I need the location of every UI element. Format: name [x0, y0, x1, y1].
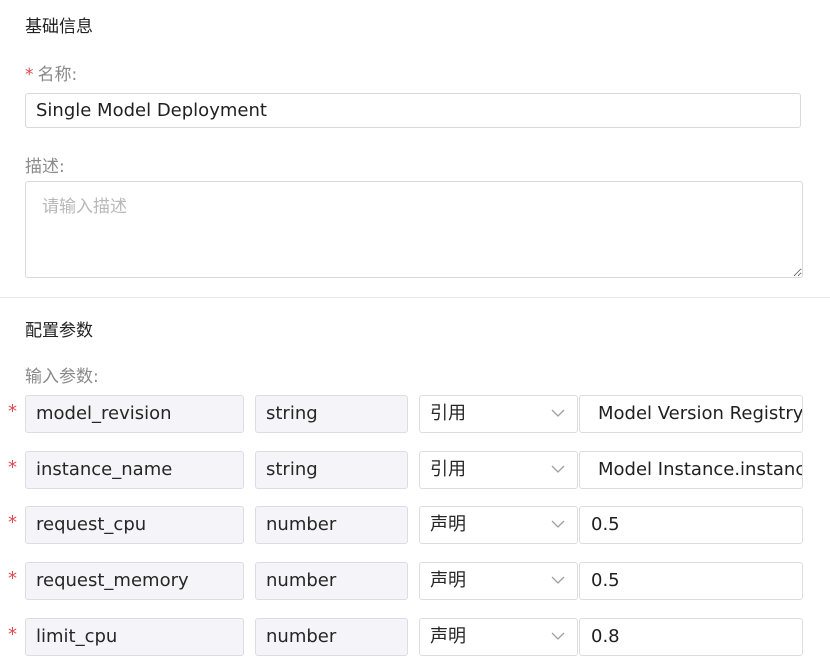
- required-star: *: [25, 65, 34, 85]
- param-row: * request_memory number 声明 0.5: [0, 562, 830, 600]
- param-name: limit_cpu: [25, 618, 244, 656]
- param-mode-select[interactable]: 引用: [419, 451, 578, 489]
- param-name: instance_name: [25, 451, 244, 489]
- param-row: * model_revision string 引用 Model Version…: [0, 395, 830, 433]
- param-value-input[interactable]: 0.5: [579, 506, 803, 544]
- param-type: number: [255, 506, 408, 544]
- param-mode-select[interactable]: 引用: [419, 395, 578, 433]
- param-type: number: [255, 562, 408, 600]
- param-row: * limit_cpu number 声明 0.8: [0, 618, 830, 656]
- chevron-down-icon: [551, 619, 565, 655]
- param-row: * instance_name string 引用 Model Instance…: [0, 451, 830, 489]
- divider: [0, 297, 830, 298]
- param-type: string: [255, 395, 408, 433]
- param-name: request_memory: [25, 562, 244, 600]
- param-name: model_revision: [25, 395, 244, 433]
- config-params-title: 配置参数: [25, 321, 93, 341]
- param-value-input[interactable]: 0.8: [579, 618, 803, 656]
- param-mode-value: 声明: [430, 570, 466, 591]
- param-value-input[interactable]: 0.5: [579, 562, 803, 600]
- param-mode-value: 引用: [430, 403, 466, 424]
- name-label-text: 名称:: [37, 65, 78, 85]
- basic-info-title: 基础信息: [25, 17, 93, 37]
- description-label: 描述:: [25, 157, 65, 177]
- param-type: string: [255, 451, 408, 489]
- chevron-down-icon: [551, 396, 565, 432]
- name-input[interactable]: Single Model Deployment: [25, 93, 801, 128]
- required-star: *: [8, 401, 17, 422]
- param-name: request_cpu: [25, 506, 244, 544]
- input-params-label: 输入参数:: [25, 367, 99, 387]
- param-value-input[interactable]: Model Version Registry: [579, 395, 803, 433]
- chevron-down-icon: [551, 507, 565, 543]
- description-textarea[interactable]: [25, 181, 803, 278]
- chevron-down-icon: [551, 563, 565, 599]
- param-mode-value: 声明: [430, 626, 466, 647]
- param-type: number: [255, 618, 408, 656]
- param-value-input[interactable]: Model Instance.instance_name: [579, 451, 803, 489]
- param-mode-select[interactable]: 声明: [419, 506, 578, 544]
- required-star: *: [8, 457, 17, 478]
- param-mode-value: 声明: [430, 514, 466, 535]
- chevron-down-icon: [551, 452, 565, 488]
- required-star: *: [8, 624, 17, 645]
- required-star: *: [8, 568, 17, 589]
- name-label: * 名称:: [25, 60, 77, 85]
- param-row: * request_cpu number 声明 0.5: [0, 506, 830, 544]
- param-mode-select[interactable]: 声明: [419, 562, 578, 600]
- param-mode-value: 引用: [430, 459, 466, 480]
- param-mode-select[interactable]: 声明: [419, 618, 578, 656]
- required-star: *: [8, 512, 17, 533]
